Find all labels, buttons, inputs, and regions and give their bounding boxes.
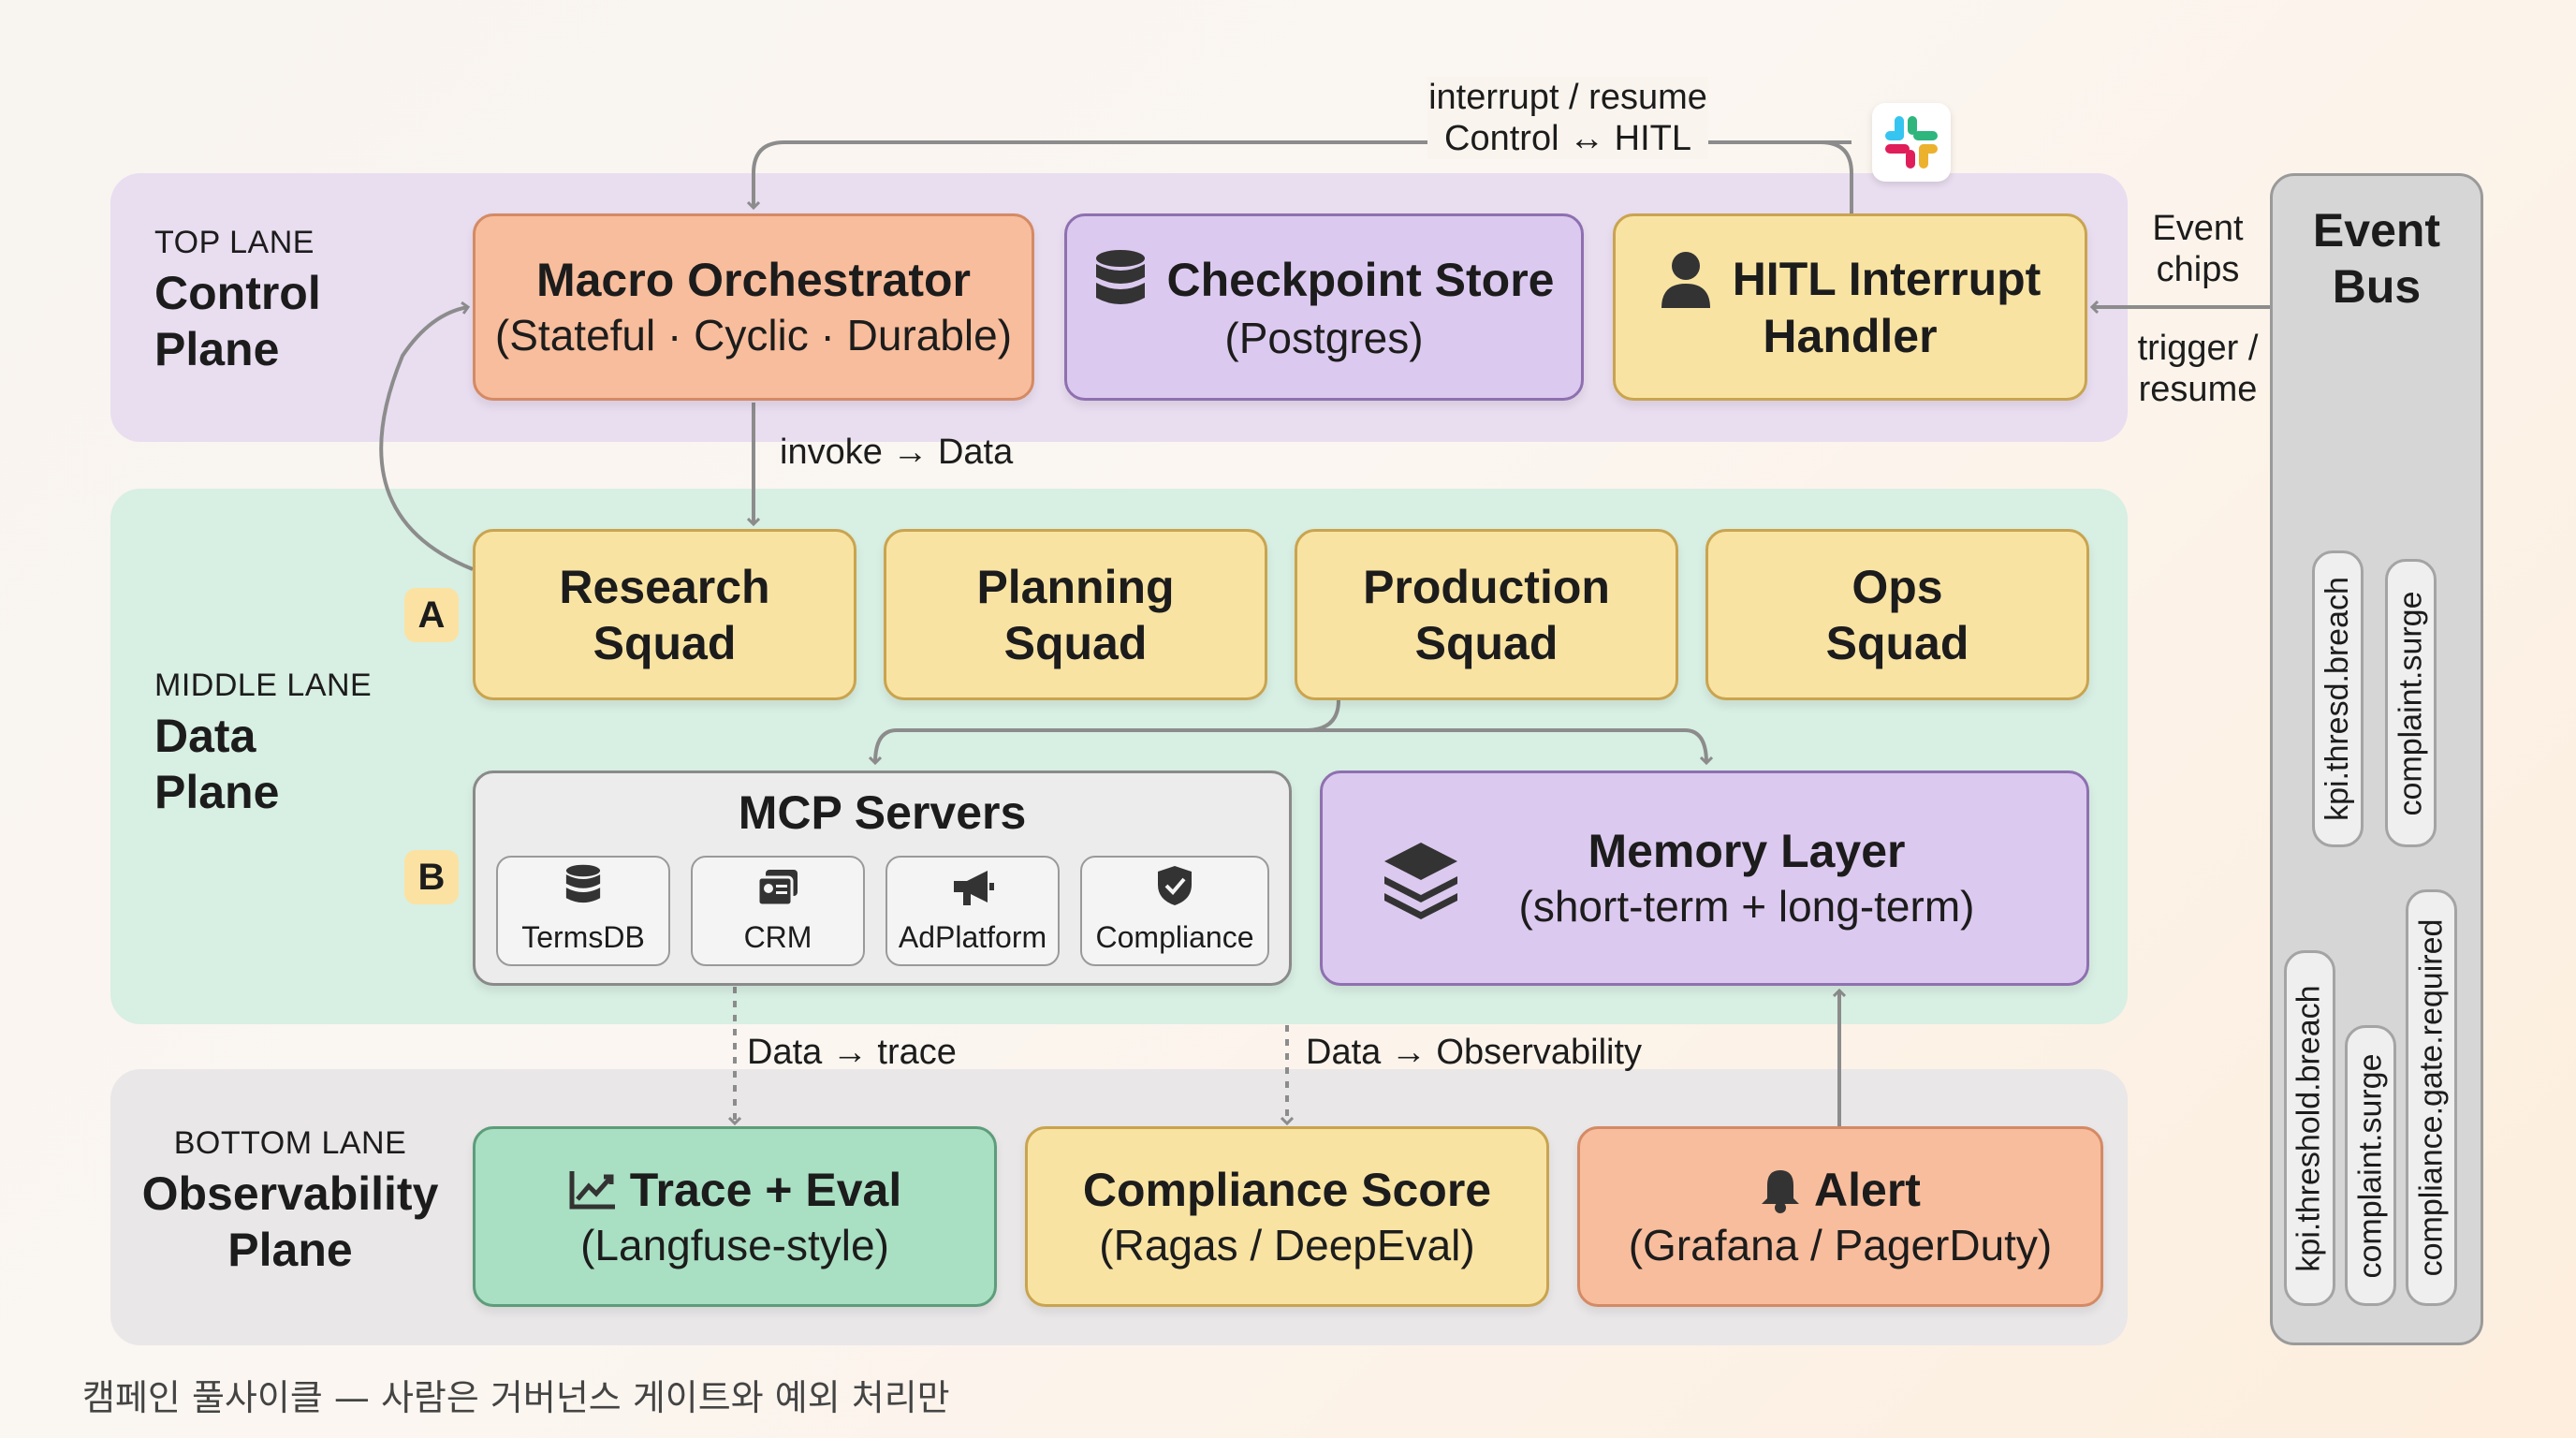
tool-label: Compliance [1095,920,1254,954]
event-chip[interactable]: kpi.thresd.breach [2312,550,2364,847]
interrupt-resume-label: interrupt / resume Control ↔ HITL [1427,77,1708,159]
slack-logo [1872,103,1951,182]
squad-label-line1: Research [559,560,770,613]
squad-label-line1: Planning [976,560,1175,613]
squad-research[interactable]: Research Squad [473,529,856,700]
event-bus-title-line1: Event [2312,204,2441,257]
mcp-title: MCP Servers [738,786,1027,839]
squad-ops[interactable]: Ops Squad [1705,529,2089,700]
compliance-title: Compliance Score [1082,1163,1492,1216]
hitl-title-line1: HITL Interrupt [1732,253,2042,305]
event-chip[interactable]: complaint.surge [2385,559,2437,847]
megaphone-icon [950,868,995,915]
alert-title: Alert [1814,1163,1921,1216]
squad-label-line2: Squad [1003,616,1148,669]
event-chip-label: complaint.surge [2352,1052,2389,1279]
trace-sub: (Langfuse-style) [580,1220,889,1269]
chart-line-icon [568,1169,617,1211]
memory-layer-box[interactable]: Memory Layer (short-term + long-term) [1320,770,2089,986]
invoke-label: invoke → Data [780,433,1014,472]
event-chips-label: Event chips [2123,208,2273,290]
observability-label: Data → Observability [1306,1033,1643,1072]
database-icon [1094,249,1147,311]
bell-icon [1760,1167,1801,1213]
trigger-resume-label: trigger / resume [2123,328,2273,410]
event-bus-title-line2: Bus [2332,260,2422,313]
squad-label-line2: Squad [593,616,737,669]
squad-planning[interactable]: Planning Squad [884,529,1267,700]
alert-box[interactable]: Alert (Grafana / PagerDuty) [1577,1126,2103,1307]
tool-label: TermsDB [521,920,645,954]
research-to-orchestrator-arrow [379,307,474,571]
squad-production[interactable]: Production Squad [1295,529,1678,700]
hitl-interrupt-handler-box[interactable]: HITL Interrupt Handler [1613,213,2087,401]
checkpoint-store-box[interactable]: Checkpoint Store (Postgres) [1064,213,1584,401]
event-chip-label: kpi.thresd.breach [2320,577,2355,821]
production-split-arrow [875,699,1340,763]
squad-label-line2: Squad [1414,616,1559,669]
tool-compliance[interactable]: Compliance [1080,856,1269,966]
compliance-score-box[interactable]: Compliance Score (Ragas / DeepEval) [1025,1126,1549,1307]
interrupt-label-line2: Control ↔ HITL [1444,119,1691,158]
checkpoint-sub: (Postgres) [1224,314,1424,362]
compliance-sub: (Ragas / DeepEval) [1099,1220,1475,1269]
squad-label-line1: Production [1363,560,1610,613]
memory-sub: (short-term + long-term) [1518,882,1975,931]
layers-icon [1381,839,1461,919]
event-chip[interactable]: complaint.surge [2345,1025,2396,1306]
memory-title: Memory Layer [1588,825,1906,877]
event-chips-line1: Event [2152,209,2244,248]
trigger-line2: resume [2138,370,2258,409]
interrupt-resume-arrow [1820,140,1853,213]
shield-check-icon [1156,864,1193,915]
event-chip-label: compliance.gate.required [2413,918,2450,1277]
badge-b: B [404,850,459,904]
trace-title: Trace + Eval [629,1163,902,1216]
orchestrator-sub: (Stateful · Cyclic · Durable) [494,311,1013,360]
badge-a: A [404,588,459,642]
orchestrator-title: Macro Orchestrator [535,254,972,306]
tool-label: CRM [743,920,812,954]
squad-label-line2: Squad [1825,616,1969,669]
user-icon [1660,250,1712,308]
trace-eval-box[interactable]: Trace + Eval (Langfuse-style) [473,1126,997,1307]
caption: 캠페인 풀사이클 — 사람은 거버넌스 게이트와 예외 처리만 [82,1377,950,1418]
alert-sub: (Grafana / PagerDuty) [1628,1220,2053,1269]
macro-orchestrator-box[interactable]: Macro Orchestrator (Stateful · Cyclic · … [473,213,1034,401]
contacts-icon [756,868,799,915]
hitl-title-line2: Handler [1763,310,1938,362]
tool-crm[interactable]: CRM [691,856,865,966]
interrupt-label-line1: interrupt / resume [1428,78,1707,117]
checkpoint-title: Checkpoint Store [1166,254,1555,306]
squad-label-line1: Ops [1852,560,1943,613]
database-icon [564,864,602,915]
mcp-servers-box[interactable]: MCP Servers TermsDB CRM AdPlatform Compl… [473,770,1292,986]
tool-adplatform[interactable]: AdPlatform [886,856,1060,966]
event-chip-label: kpi.threshold.breach [2291,984,2327,1272]
event-chip[interactable]: kpi.threshold.breach [2284,950,2335,1306]
tool-termsdb[interactable]: TermsDB [496,856,670,966]
event-chip[interactable]: compliance.gate.required [2406,889,2457,1306]
tool-label: AdPlatform [898,920,1047,954]
event-chip-label: complaint.surge [2393,590,2429,816]
trigger-line1: trigger / [2137,329,2259,368]
trace-label: Data → trace [747,1033,957,1072]
event-chips-line2: chips [2156,250,2240,289]
